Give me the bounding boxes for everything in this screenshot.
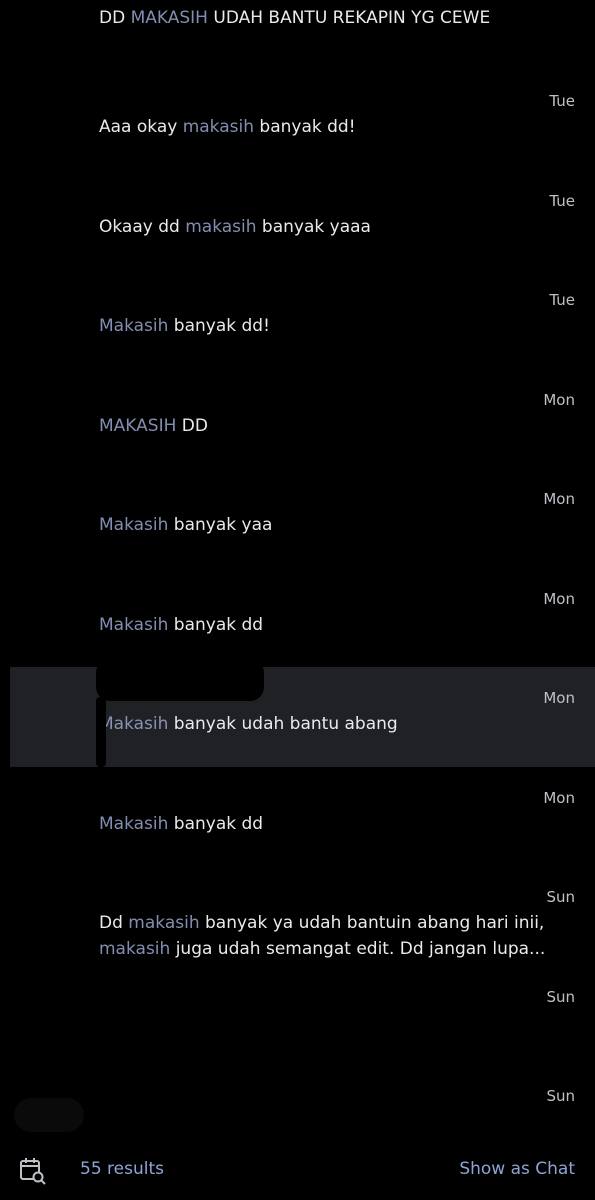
result-text: Makasih banyak dd: [99, 811, 565, 837]
keyword-highlight: Makasih: [99, 316, 169, 336]
result-timestamp: Tue: [549, 191, 575, 210]
result-text-line: Okaay dd makasih banyak yaaa: [99, 214, 565, 240]
keyword-highlight: Makasih: [99, 813, 169, 834]
result-text-line: Makasih banyak dd!: [99, 313, 565, 339]
result-text: Dd makasih banyak ya udah bantuin abang …: [99, 910, 565, 962]
result-text-segment: banyak yaaa: [256, 216, 371, 237]
search-results-screen: DD MAKASIH UDAH BANTU REKAPIN YG CEWE Tu…: [0, 0, 595, 1200]
result-text-segment: juga udah semangat edit. Dd jangan lupa.…: [170, 939, 546, 959]
result-timestamp: Mon: [543, 390, 575, 409]
result-text-segment: banyak dd!: [168, 316, 270, 336]
result-text-suffix: UDAH BANTU REKAPIN YG CEWE: [207, 8, 491, 28]
result-text-line: Makasih banyak udah bantu abang: [99, 711, 565, 737]
result-timestamp: Mon: [543, 589, 575, 608]
search-result-item[interactable]: Mon Makasih banyak yaa: [0, 468, 595, 568]
keyword-highlight: makasih: [128, 913, 200, 933]
partial-result-text[interactable]: DD MAKASIH UDAH BANTU REKAPIN YG CEWE: [99, 8, 490, 28]
result-text-line: Aaa okay makasih banyak dd!: [99, 114, 565, 140]
redaction-mark: [96, 697, 106, 767]
result-text-segment: DD: [176, 415, 208, 436]
keyword-highlight: MAKASIH: [130, 8, 208, 28]
result-text-line: makasih juga udah semangat edit. Dd jang…: [99, 936, 565, 962]
result-timestamp: Sun: [546, 987, 575, 1006]
result-text-prefix: DD: [99, 8, 131, 28]
keyword-highlight: MAKASIH: [99, 415, 177, 436]
result-text-segment: banyak dd: [168, 813, 264, 834]
keyword-highlight: Makasih: [99, 714, 169, 734]
keyword-highlight: makasih: [99, 939, 171, 959]
results-count: 55 results: [80, 1159, 164, 1179]
result-text-segment: Aaa okay: [99, 117, 183, 137]
result-text-segment: Okaay dd: [99, 216, 186, 237]
result-timestamp: Tue: [549, 291, 575, 309]
result-text-line: MAKASIH DD: [99, 413, 565, 439]
search-result-item[interactable]: Mon MAKASIH DD: [0, 369, 595, 469]
calendar-search-icon[interactable]: [18, 1156, 48, 1186]
result-timestamp: Mon: [543, 490, 575, 508]
result-text-segment: banyak udah bantu abang: [168, 714, 398, 734]
result-text-segment: Dd: [99, 913, 129, 933]
search-result-item[interactable]: Tue Makasih banyak dd!: [0, 269, 595, 369]
result-timestamp: Sun: [546, 888, 575, 906]
redacted-avatar: [14, 1098, 84, 1132]
result-text: Aaa okay makasih banyak dd!: [99, 114, 565, 140]
result-timestamp: Tue: [549, 92, 575, 110]
result-timestamp: Mon: [543, 689, 575, 707]
search-result-item[interactable]: Mon Makasih banyak dd: [0, 568, 595, 668]
keyword-highlight: Makasih: [99, 614, 169, 635]
bottom-bar: 55 results Show as Chat: [0, 1140, 595, 1200]
search-result-item[interactable]: Mon Makasih banyak dd: [0, 767, 595, 867]
result-timestamp: Sun: [546, 1087, 575, 1105]
result-text-segment: banyak yaa: [168, 515, 273, 535]
result-text: MAKASIH DD: [99, 413, 565, 439]
result-text: Makasih banyak yaa: [99, 512, 565, 538]
keyword-highlight: makasih: [185, 216, 257, 237]
result-text-segment: banyak dd: [168, 614, 264, 635]
search-result-item[interactable]: Tue Okaay dd makasih banyak yaaa: [0, 170, 595, 270]
keyword-highlight: makasih: [182, 117, 254, 137]
show-as-chat-button[interactable]: Show as Chat: [459, 1159, 575, 1179]
result-timestamp: Mon: [543, 788, 575, 807]
result-text-line: Makasih banyak dd: [99, 811, 565, 837]
result-text: Makasih banyak dd: [99, 612, 565, 638]
result-text: Okaay dd makasih banyak yaaa: [99, 214, 565, 240]
keyword-highlight: Makasih: [99, 515, 169, 535]
search-result-item[interactable]: Sun: [0, 966, 595, 1066]
result-text-line: Dd makasih banyak ya udah bantuin abang …: [99, 910, 565, 936]
search-result-item[interactable]: Sun Dd makasih banyak ya udah bantuin aba…: [0, 866, 595, 966]
result-text: Makasih banyak dd!: [99, 313, 565, 339]
result-text-segment: banyak dd!: [254, 117, 356, 137]
result-text-line: Makasih banyak dd: [99, 612, 565, 638]
result-text: Makasih banyak udah bantu abang: [99, 711, 565, 737]
result-text-line: Makasih banyak yaa: [99, 512, 565, 538]
result-text-segment: banyak ya udah bantuin abang hari inii,: [199, 913, 545, 933]
search-result-item[interactable]: Tue Aaa okay makasih banyak dd!: [0, 70, 595, 170]
redaction-mark: [96, 659, 264, 701]
